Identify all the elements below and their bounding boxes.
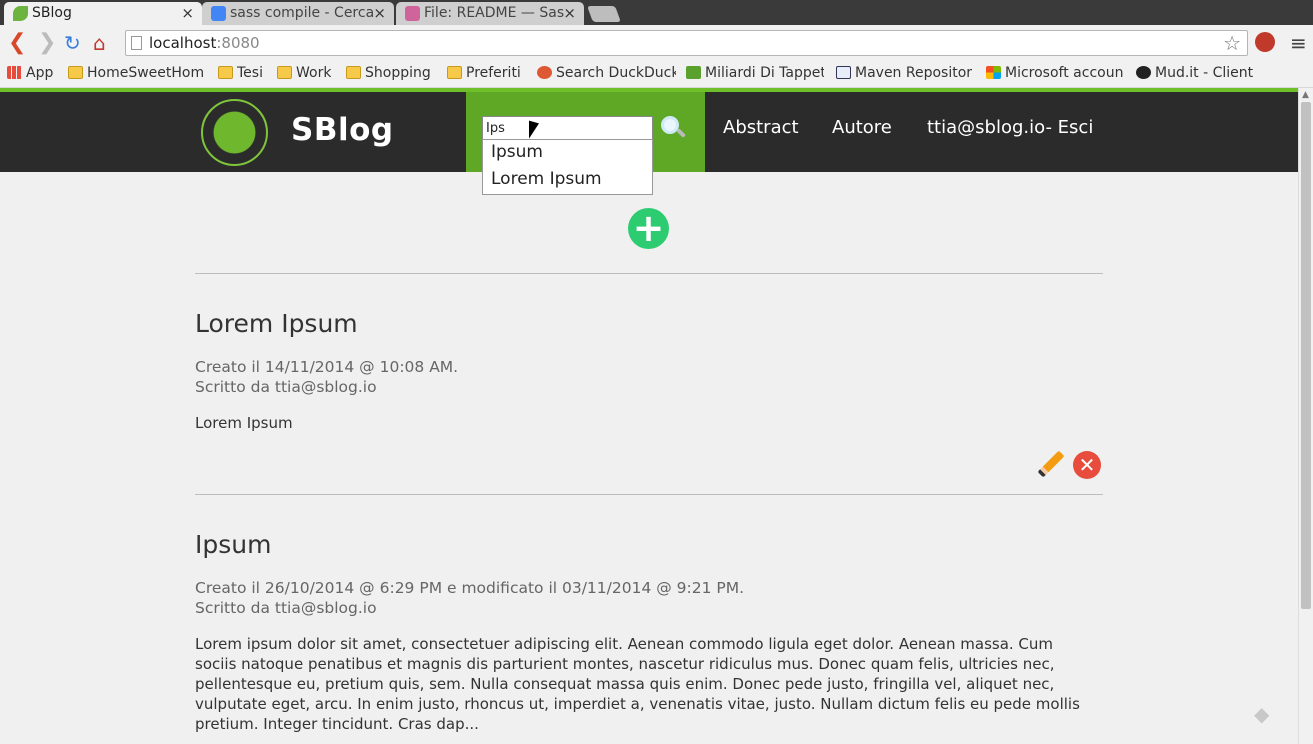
post-created: Creato il 26/10/2014 @ 6:29 PM e modific… bbox=[195, 579, 745, 597]
page-icon bbox=[131, 36, 142, 50]
address-bar[interactable]: localhost:8080 ☆ bbox=[125, 30, 1248, 56]
close-tab-icon[interactable]: × bbox=[181, 4, 194, 22]
close-tab-icon[interactable]: × bbox=[373, 4, 386, 22]
close-tab-icon[interactable]: × bbox=[563, 4, 576, 22]
bookmarks-bar: App HomeSweetHom Tesi Work Shopping Pref… bbox=[0, 63, 1313, 88]
nav-abstract[interactable]: Abstract bbox=[723, 117, 799, 138]
add-post-button[interactable]: + bbox=[628, 208, 669, 249]
ln-icon bbox=[686, 66, 701, 79]
bookmark-mud[interactable]: Mud.it - Client bbox=[1136, 64, 1253, 84]
bookmark-maven[interactable]: Maven Repositor bbox=[836, 64, 974, 84]
nav-autore[interactable]: Autore bbox=[832, 117, 892, 138]
folder-icon bbox=[346, 66, 361, 79]
search-suggestions: Ipsum Lorem Ipsum bbox=[482, 139, 653, 195]
tab-google[interactable]: sass compile - Cerca × bbox=[202, 2, 394, 25]
edit-post-button[interactable] bbox=[1036, 450, 1065, 479]
tab-strip: SBlog × sass compile - Cerca × File: REA… bbox=[0, 0, 1313, 25]
google-icon bbox=[211, 6, 226, 21]
folder-icon bbox=[277, 66, 292, 79]
nav-user-logout[interactable]: ttia@sblog.io- Esci bbox=[927, 117, 1093, 138]
folder-icon bbox=[218, 66, 233, 79]
back-icon[interactable]: ❮ bbox=[8, 31, 26, 55]
divider bbox=[195, 494, 1103, 495]
duckduckgo-icon bbox=[537, 66, 552, 79]
bookmark-tesi[interactable]: Tesi bbox=[218, 64, 263, 84]
pencil-icon bbox=[1037, 450, 1065, 478]
sblog-logo[interactable] bbox=[201, 99, 268, 166]
post-title[interactable]: Ipsum bbox=[195, 530, 271, 559]
tab-title: File: README — Sas bbox=[424, 5, 565, 21]
new-tab-button[interactable] bbox=[587, 6, 621, 22]
mouse-cursor bbox=[529, 120, 539, 142]
forward-icon[interactable]: ❯ bbox=[38, 31, 56, 55]
tab-sass-readme[interactable]: File: README — Sas × bbox=[396, 2, 584, 25]
post-created: Creato il 14/11/2014 @ 10:08 AM. bbox=[195, 358, 459, 376]
search-icon[interactable] bbox=[659, 115, 687, 143]
post-author: Scritto da ttia@sblog.io bbox=[195, 599, 377, 617]
post-title[interactable]: Lorem Ipsum bbox=[195, 309, 358, 338]
post-body: Lorem ipsum dolor sit amet, consectetuer… bbox=[195, 635, 1080, 733]
adblock-icon[interactable] bbox=[1255, 32, 1275, 52]
suggestion-item[interactable]: Lorem Ipsum bbox=[483, 167, 652, 194]
folder-icon bbox=[68, 66, 83, 79]
browser-toolbar: ❮ ❯ ↻ ⌂ localhost:8080 ☆ ≡ bbox=[0, 25, 1313, 63]
bookmark-star-icon[interactable]: ☆ bbox=[1223, 31, 1241, 55]
bookmark-miliardi[interactable]: Miliardi Di Tappet bbox=[686, 64, 824, 84]
bookmark-work[interactable]: Work bbox=[277, 64, 331, 84]
post-author: Scritto da ttia@sblog.io bbox=[195, 378, 377, 396]
search-input[interactable] bbox=[482, 116, 653, 140]
feedly-icon[interactable]: ◆ bbox=[1254, 702, 1278, 726]
apps-grid-icon bbox=[7, 66, 22, 79]
microsoft-icon bbox=[986, 66, 1001, 79]
site-brand[interactable]: SBlog bbox=[291, 112, 394, 148]
bookmark-shopping[interactable]: Shopping bbox=[346, 64, 431, 84]
page-scrollbar[interactable]: ▲ bbox=[1298, 88, 1313, 744]
menu-icon[interactable]: ≡ bbox=[1290, 31, 1307, 55]
spring-leaf-icon bbox=[13, 6, 28, 21]
delete-post-button[interactable]: ✕ bbox=[1073, 451, 1101, 479]
sass-icon bbox=[405, 6, 420, 21]
folder-icon bbox=[447, 66, 462, 79]
divider bbox=[195, 273, 1103, 274]
reload-icon[interactable]: ↻ bbox=[64, 31, 81, 55]
tab-sblog[interactable]: SBlog × bbox=[4, 2, 202, 25]
url-text: localhost:8080 bbox=[149, 34, 260, 52]
tab-title: SBlog bbox=[32, 5, 72, 21]
home-icon[interactable]: ⌂ bbox=[93, 31, 106, 55]
tab-title: sass compile - Cerca bbox=[230, 5, 375, 21]
bookmark-duckduckgo[interactable]: Search DuckDuck bbox=[537, 64, 676, 84]
bookmark-preferiti[interactable]: Preferiti bbox=[447, 64, 521, 84]
bookmark-homesweethom[interactable]: HomeSweetHom bbox=[68, 64, 208, 84]
bookmark-microsoft[interactable]: Microsoft accoun bbox=[986, 64, 1126, 84]
scrollbar-thumb[interactable] bbox=[1301, 102, 1311, 609]
bookmark-app[interactable]: App bbox=[7, 64, 53, 84]
mud-icon bbox=[1136, 66, 1151, 79]
post-body: Lorem Ipsum bbox=[195, 414, 293, 432]
mvn-icon bbox=[836, 66, 851, 79]
scroll-up-icon[interactable]: ▲ bbox=[1302, 90, 1309, 100]
suggestion-item[interactable]: Ipsum bbox=[483, 140, 652, 167]
